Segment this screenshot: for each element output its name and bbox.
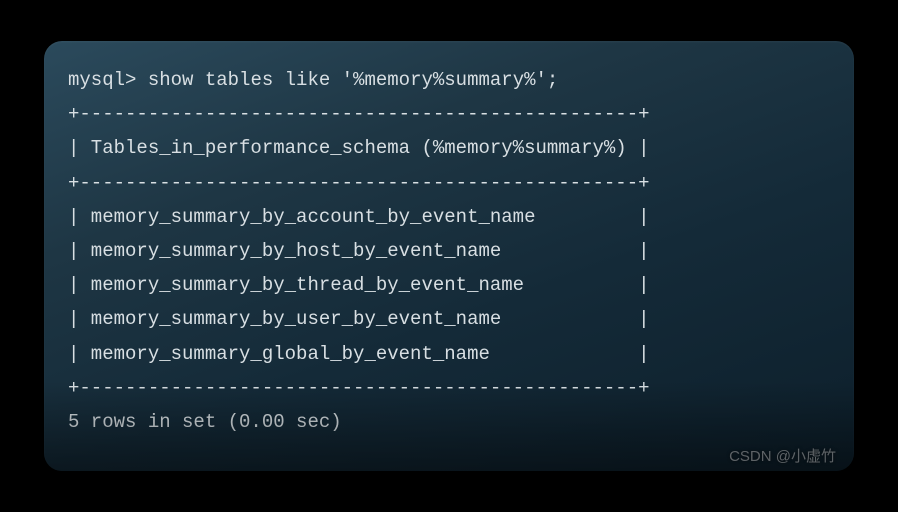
table-border-mid: +---------------------------------------… xyxy=(68,166,830,200)
table-row: | memory_summary_by_thread_by_event_name… xyxy=(68,268,830,302)
table-row: | memory_summary_by_user_by_event_name | xyxy=(68,302,830,336)
table-border-bottom: +---------------------------------------… xyxy=(68,371,830,405)
prompt: mysql> xyxy=(68,69,148,91)
command-text: show tables like '%memory%summary%'; xyxy=(148,69,558,91)
table-header: | Tables_in_performance_schema (%memory%… xyxy=(68,131,830,165)
table-row: | memory_summary_global_by_event_name | xyxy=(68,337,830,371)
command-line[interactable]: mysql> show tables like '%memory%summary… xyxy=(68,63,830,97)
table-row: | memory_summary_by_host_by_event_name | xyxy=(68,234,830,268)
table-border-top: +---------------------------------------… xyxy=(68,97,830,131)
table-row: | memory_summary_by_account_by_event_nam… xyxy=(68,200,830,234)
result-footer: 5 rows in set (0.00 sec) xyxy=(68,405,830,439)
terminal-window: mysql> show tables like '%memory%summary… xyxy=(44,41,854,471)
